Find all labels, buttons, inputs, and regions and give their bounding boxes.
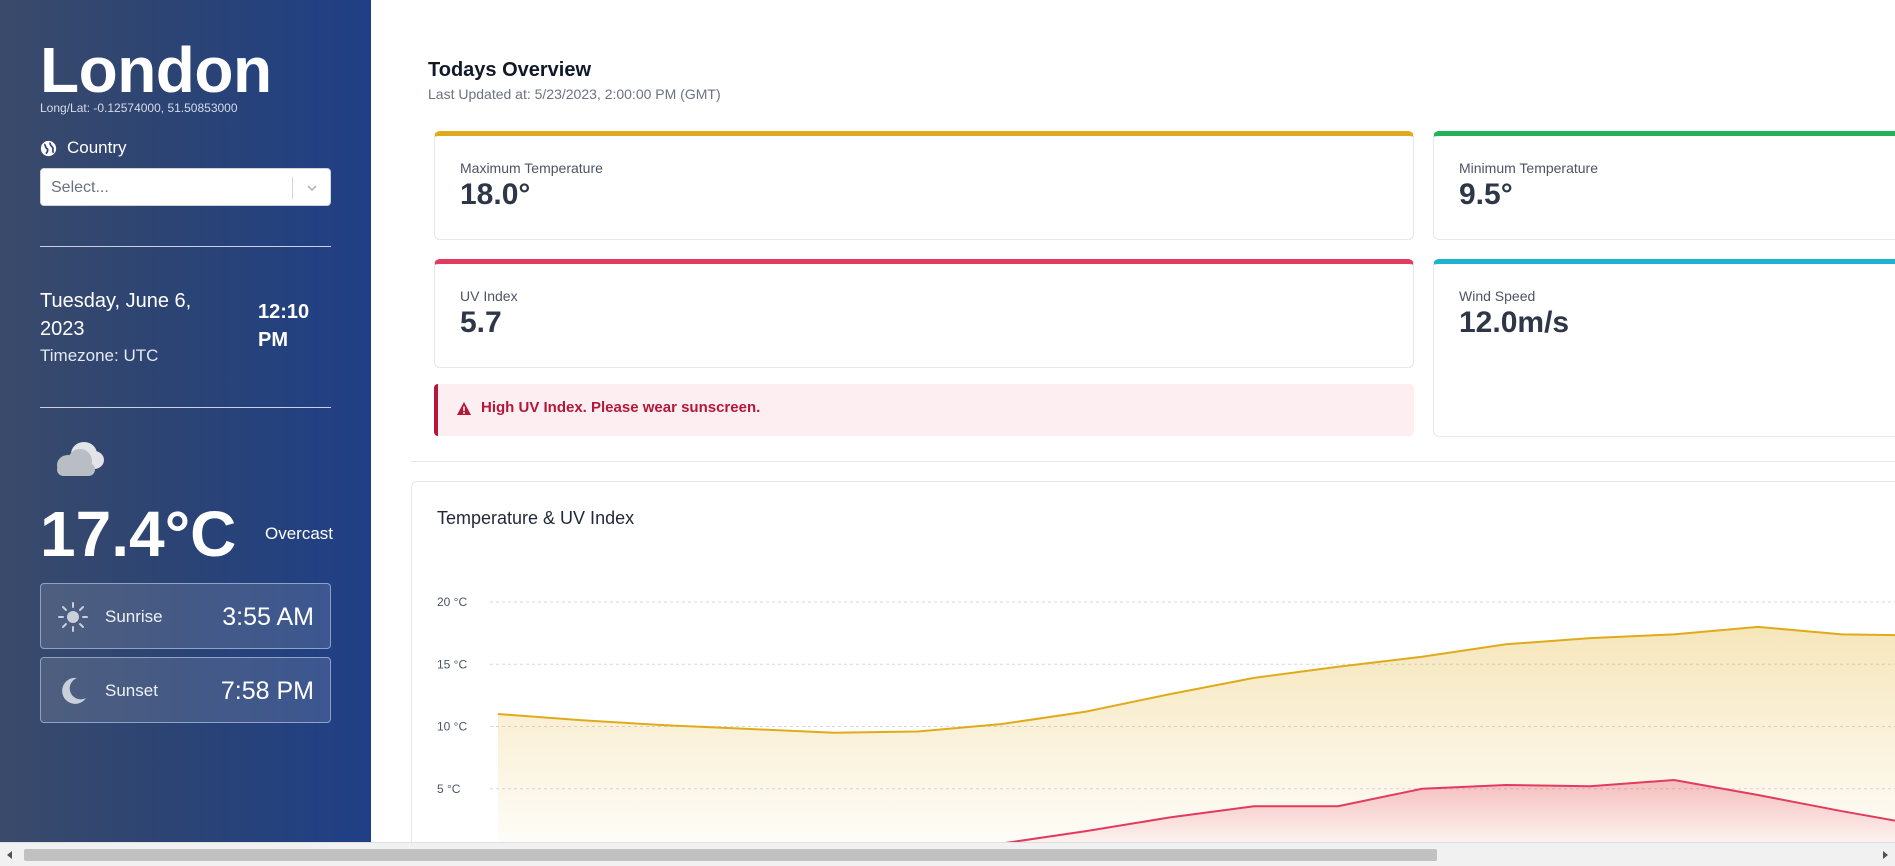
current-date: Tuesday, June 6, 2023 — [40, 290, 192, 340]
country-label-text: Country — [67, 138, 127, 157]
coordinates: Long/Lat: -0.12574000, 51.50853000 — [40, 101, 238, 115]
max-temp-label: Maximum Temperature — [460, 160, 603, 176]
y-tick-label: 20 °C — [437, 595, 467, 609]
min-temp-value: 9.5° — [1459, 178, 1513, 211]
country-select[interactable]: Select... — [40, 168, 331, 206]
current-time: 12:10 PM — [258, 301, 310, 351]
globe-icon — [40, 140, 57, 156]
last-updated: Last Updated at: 5/23/2023, 2:00:00 PM (… — [428, 86, 721, 102]
current-temperature: 17.4°C — [40, 498, 237, 570]
uv-index-card: UV Index 5.7 — [434, 259, 1414, 368]
y-tick-label: 15 °C — [437, 657, 467, 671]
sunrise-card: Sunrise 3:55 AM — [40, 583, 331, 649]
y-tick-label: 10 °C — [437, 720, 467, 734]
select-separator — [292, 177, 293, 199]
min-temp-card: Minimum Temperature 9.5° — [1433, 131, 1895, 240]
moon-icon — [62, 677, 86, 704]
timezone: Timezone: UTC — [40, 346, 159, 365]
chart-canvas: 0 °C5 °C10 °C15 °C20 °C — [437, 595, 1895, 858]
sunrise-label: Sunrise — [105, 607, 163, 626]
sidebar: London Long/Lat: -0.12574000, 51.5085300… — [0, 0, 371, 842]
temperature-uv-chart: Temperature & UV Index 0 °C5 °C10 °C15 °… — [411, 481, 1895, 861]
y-tick-label: 5 °C — [437, 782, 461, 796]
country-label: Country — [40, 138, 127, 158]
section-divider — [411, 461, 1895, 462]
weather-condition: Overcast — [265, 524, 334, 543]
max-temp-card: Maximum Temperature 18.0° — [434, 131, 1414, 240]
chevron-down-icon[interactable] — [305, 181, 319, 195]
sunrise-time: 3:55 AM — [222, 603, 314, 631]
sunset-label: Sunset — [105, 681, 158, 700]
uv-index-label: UV Index — [460, 288, 518, 304]
scroll-left-icon[interactable] — [4, 849, 16, 861]
wind-speed-value: 12.0m/s — [1459, 306, 1570, 339]
sunset-time: 7:58 PM — [220, 677, 314, 705]
min-temp-label: Minimum Temperature — [1459, 160, 1599, 176]
cloud-icon — [57, 442, 104, 476]
uv-alert-text: High UV Index. Please wear sunscreen. — [481, 399, 761, 416]
sidebar-divider — [40, 407, 331, 408]
country-select-placeholder: Select... — [51, 179, 109, 196]
overview-title: Todays Overview — [428, 59, 592, 81]
scroll-right-icon[interactable] — [1879, 849, 1891, 861]
uv-index-value: 5.7 — [460, 306, 502, 339]
sunset-card: Sunset 7:58 PM — [40, 657, 331, 723]
max-temp-value: 18.0° — [460, 178, 531, 211]
uv-alert: High UV Index. Please wear sunscreen. — [434, 384, 1414, 436]
horizontal-scrollbar[interactable] — [0, 842, 1895, 866]
main-content: Todays Overview Last Updated at: 5/23/20… — [371, 0, 1895, 861]
sun-icon — [58, 602, 88, 632]
scrollbar-thumb[interactable] — [24, 849, 1437, 861]
city-name: London — [40, 34, 272, 106]
wind-speed-card: Wind Speed 12.0m/s — [1433, 259, 1895, 437]
app-root: London Long/Lat: -0.12574000, 51.5085300… — [0, 0, 1895, 866]
sidebar-divider — [40, 246, 331, 247]
wind-speed-label: Wind Speed — [1459, 288, 1536, 304]
warning-icon — [457, 402, 471, 415]
